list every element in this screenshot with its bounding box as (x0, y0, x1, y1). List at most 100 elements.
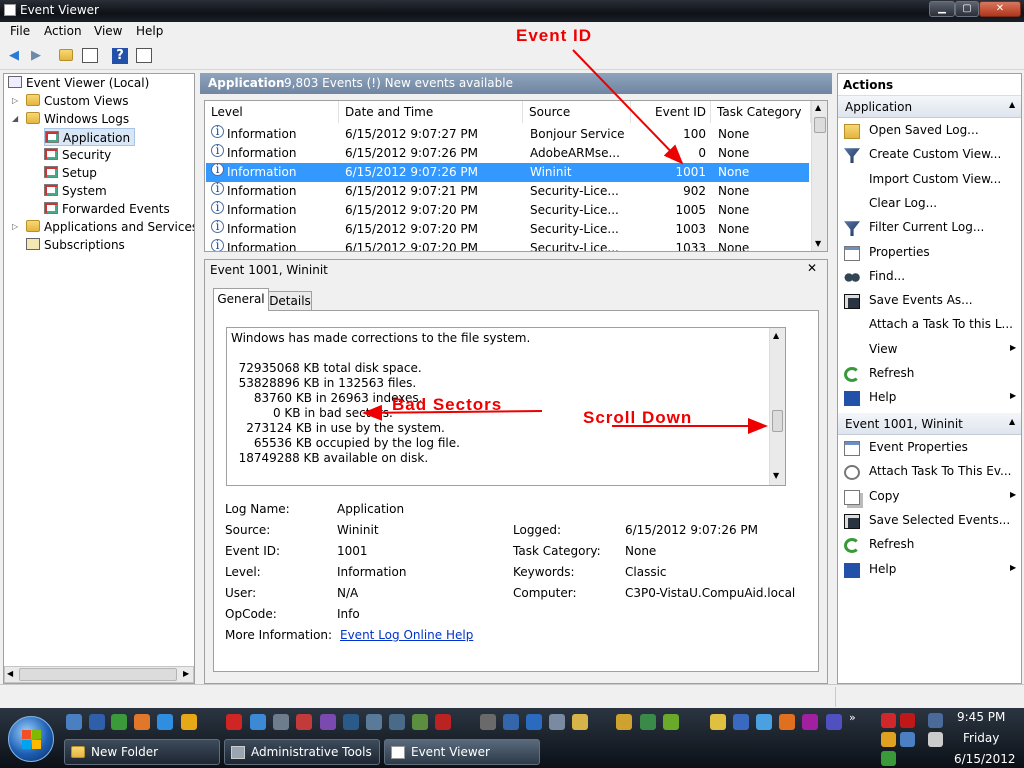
event-log-online-help-link[interactable]: Event Log Online Help (340, 628, 473, 642)
quick-launch-icon[interactable] (412, 714, 428, 730)
quick-launch-icon[interactable] (802, 714, 818, 730)
quick-launch-icon[interactable] (640, 714, 656, 730)
quick-launch-icon[interactable] (826, 714, 842, 730)
taskbar-new-folder[interactable]: New Folder (64, 739, 220, 765)
action-item[interactable]: Help (869, 562, 896, 576)
quick-launch-icon[interactable] (111, 714, 127, 730)
quick-launch-icon[interactable] (710, 714, 726, 730)
back-icon[interactable]: ◀ (4, 46, 24, 66)
quick-launch-icon[interactable] (366, 714, 382, 730)
expand-apps-services-icon[interactable]: ▷ (12, 222, 18, 231)
scroll-thumb[interactable] (19, 668, 177, 681)
maximize-button[interactable]: ▢ (955, 1, 979, 17)
show-hidden-toolbar-icon[interactable]: » (849, 711, 856, 724)
quick-launch-icon[interactable] (181, 714, 197, 730)
expand-custom-views-icon[interactable]: ▷ (12, 96, 18, 105)
scroll-left-icon[interactable]: ◀ (7, 669, 13, 678)
tree-item-root[interactable]: Event Viewer (Local) (8, 74, 149, 92)
list-vertical-scrollbar[interactable]: ▲ ▼ (811, 101, 827, 251)
tree-item-forwarded-events[interactable]: Forwarded Events (44, 200, 170, 218)
tab-general[interactable]: General (213, 288, 269, 311)
table-row[interactable]: i Information 6/15/2012 9:07:20 PM Security… (206, 201, 809, 220)
quick-launch-icon[interactable] (480, 714, 496, 730)
quick-launch-icon[interactable] (572, 714, 588, 730)
start-button[interactable] (8, 716, 54, 762)
quick-launch-icon[interactable] (157, 714, 173, 730)
clock-time[interactable]: 9:45 PM (957, 710, 1005, 724)
tree-item-security[interactable]: Security (44, 146, 111, 164)
column-header-date[interactable]: Date and Time (339, 101, 523, 123)
action-item[interactable]: Find... (869, 269, 905, 283)
tab-details[interactable]: Details (268, 291, 312, 311)
scroll-right-icon[interactable]: ▶ (183, 669, 189, 678)
actions-section-event[interactable]: Event 1001, Wininit ▲ (838, 413, 1021, 435)
tree-item-setup[interactable]: Setup (44, 164, 97, 182)
scroll-up-icon[interactable]: ▲ (773, 331, 779, 340)
show-hide-action-pane-icon[interactable] (134, 46, 154, 66)
quick-launch-icon[interactable] (273, 714, 289, 730)
menu-view[interactable]: View (94, 24, 122, 38)
action-item[interactable]: Import Custom View... (869, 172, 1001, 186)
collapse-section-icon[interactable]: ▲ (1009, 100, 1015, 109)
close-detail-icon[interactable]: ✕ (807, 261, 817, 275)
quick-launch-icon[interactable] (435, 714, 451, 730)
tray-icon[interactable] (881, 751, 896, 766)
menu-action[interactable]: Action (44, 24, 82, 38)
collapse-section-icon[interactable]: ▲ (1009, 417, 1015, 426)
clock-day[interactable]: Friday (963, 731, 999, 745)
scroll-thumb[interactable] (772, 410, 783, 432)
quick-launch-icon[interactable] (779, 714, 795, 730)
taskbar-event-viewer[interactable]: Event Viewer (384, 739, 540, 765)
quick-launch-icon[interactable] (66, 714, 82, 730)
tree-item-application[interactable]: Application (44, 128, 136, 146)
clock-date[interactable]: 6/15/2012 (954, 752, 1016, 766)
action-item[interactable]: Filter Current Log... (869, 220, 984, 234)
table-row[interactable]: i Information 6/15/2012 9:07:27 PM Bonjour … (206, 125, 809, 144)
action-item[interactable]: Copy (869, 489, 899, 503)
quick-launch-icon[interactable] (526, 714, 542, 730)
scroll-down-icon[interactable]: ▼ (773, 471, 779, 480)
quick-launch-icon[interactable] (134, 714, 150, 730)
collapse-windows-logs-icon[interactable]: ◢ (12, 114, 18, 123)
table-row[interactable]: i Information 6/15/2012 9:07:21 PM Security… (206, 182, 809, 201)
help-icon[interactable]: ? (110, 46, 130, 66)
column-header-event-id[interactable]: Event ID (631, 101, 711, 123)
taskbar-administrative-tools[interactable]: Administrative Tools (224, 739, 380, 765)
quick-launch-icon[interactable] (343, 714, 359, 730)
action-item[interactable]: Attach a Task To this L... (869, 317, 1013, 331)
quick-launch-icon[interactable] (296, 714, 312, 730)
up-folder-icon[interactable] (56, 46, 76, 66)
quick-launch-icon[interactable] (549, 714, 565, 730)
action-item[interactable]: Save Events As... (869, 293, 973, 307)
action-item[interactable]: View (869, 342, 897, 356)
tray-icon[interactable] (900, 713, 915, 728)
column-header-source[interactable]: Source (523, 101, 631, 123)
action-item[interactable]: Refresh (869, 537, 914, 551)
description-scrollbar[interactable]: ▲ ▼ (769, 328, 785, 485)
table-row[interactable]: i Information 6/15/2012 9:07:26 PM AdobeARM… (206, 144, 809, 163)
quick-launch-icon[interactable] (756, 714, 772, 730)
tree-item-windows-logs[interactable]: Windows Logs (26, 110, 129, 128)
tray-icon[interactable] (900, 732, 915, 747)
quick-launch-icon[interactable] (226, 714, 242, 730)
table-row[interactable]: i Information 6/15/2012 9:07:26 PM Wininit 1… (206, 163, 809, 182)
quick-launch-icon[interactable] (503, 714, 519, 730)
quick-launch-icon[interactable] (616, 714, 632, 730)
actions-section-application[interactable]: Application ▲ (838, 96, 1021, 118)
tree-item-subscriptions[interactable]: Subscriptions (26, 236, 125, 254)
table-row[interactable]: i Information 6/15/2012 9:07:20 PM Security… (206, 239, 809, 251)
action-item[interactable]: Save Selected Events... (869, 513, 1010, 527)
tree-horizontal-scrollbar[interactable]: ◀ ▶ (4, 666, 194, 683)
action-item[interactable]: Help (869, 390, 896, 404)
quick-launch-icon[interactable] (89, 714, 105, 730)
action-item[interactable]: Refresh (869, 366, 914, 380)
tray-icon[interactable] (928, 732, 943, 747)
quick-launch-icon[interactable] (320, 714, 336, 730)
action-item[interactable]: Create Custom View... (869, 147, 1001, 161)
quick-launch-icon[interactable] (389, 714, 405, 730)
menu-file[interactable]: File (10, 24, 30, 38)
minimize-button[interactable]: ▁ (929, 1, 955, 17)
action-item[interactable]: Event Properties (869, 440, 968, 454)
menu-help[interactable]: Help (136, 24, 163, 38)
tree-item-system[interactable]: System (44, 182, 107, 200)
